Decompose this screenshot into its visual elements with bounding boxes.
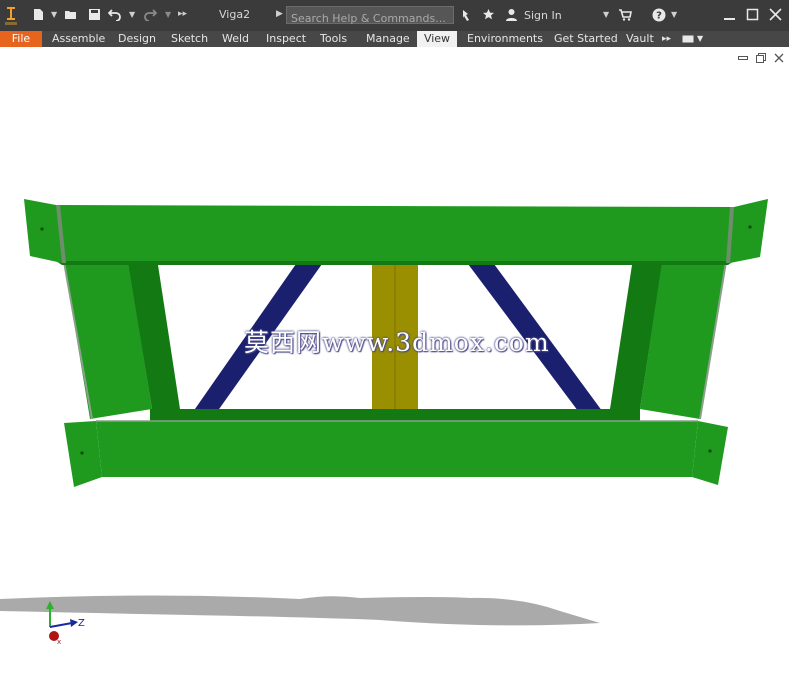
undo-dropdown-icon[interactable]: ▼ xyxy=(129,8,135,21)
tab-sketch[interactable]: Sketch xyxy=(171,31,208,47)
svg-text:?: ? xyxy=(656,11,662,22)
app-logo-icon[interactable] xyxy=(4,5,18,27)
new-file-dropdown-icon[interactable]: ▼ xyxy=(51,8,57,21)
triad-axis-label: Z xyxy=(78,618,85,629)
redo-dropdown-icon[interactable]: ▼ xyxy=(165,8,171,21)
undo-icon[interactable] xyxy=(108,8,121,21)
tab-assemble[interactable]: Assemble xyxy=(52,31,105,47)
more-tabs-icon[interactable]: ▸▸ xyxy=(662,31,671,47)
top-chord xyxy=(56,205,734,261)
maximize-icon[interactable] xyxy=(746,8,759,21)
panel-toggle-dropdown-icon[interactable]: ▼ xyxy=(697,31,703,47)
top-right-end-plate xyxy=(730,199,768,263)
help-icon[interactable]: ? xyxy=(652,8,666,22)
star-icon[interactable] xyxy=(482,8,495,21)
search-icon[interactable] xyxy=(461,8,474,21)
view-triad[interactable]: Z x xyxy=(40,599,90,645)
truss-model[interactable] xyxy=(0,47,789,679)
graphics-viewport[interactable]: 莫西网www.3dmox.com Z x xyxy=(0,47,789,679)
tab-manage[interactable]: Manage xyxy=(366,31,410,47)
ribbon-tab-bar: File Assemble Design Sketch Weld Inspect… xyxy=(0,31,789,47)
tab-view[interactable]: View xyxy=(417,31,457,47)
sign-in-dropdown-icon[interactable]: ▼ xyxy=(603,8,609,21)
new-file-icon[interactable] xyxy=(32,8,45,21)
close-icon[interactable] xyxy=(769,8,782,21)
search-input[interactable] xyxy=(287,10,455,27)
document-title: Viga2 xyxy=(219,8,251,21)
top-left-end-plate xyxy=(24,199,62,263)
title-bar: ▼ ▼ ▼ ▸▸ Viga2 ▶ Sign In ▼ ? ▼ xyxy=(0,0,789,31)
sign-in-button[interactable]: Sign In xyxy=(524,9,562,22)
bottom-chord xyxy=(96,421,698,477)
open-folder-icon[interactable] xyxy=(64,8,77,21)
user-icon[interactable] xyxy=(505,8,518,21)
tab-inspect[interactable]: Inspect xyxy=(266,31,306,47)
tab-file[interactable]: File xyxy=(0,31,42,47)
ground-shadow xyxy=(0,595,600,626)
tab-weld[interactable]: Weld xyxy=(222,31,249,47)
panel-toggle-icon[interactable] xyxy=(682,35,694,43)
save-icon[interactable] xyxy=(88,8,101,21)
minimize-icon[interactable] xyxy=(723,8,736,21)
watermark: 莫西网www.3dmox.com xyxy=(244,328,550,357)
tab-design[interactable]: Design xyxy=(118,31,156,47)
tab-environments[interactable]: Environments xyxy=(467,31,543,47)
tab-vault[interactable]: Vault xyxy=(626,31,654,47)
redo-icon[interactable] xyxy=(144,8,157,21)
cart-icon[interactable] xyxy=(619,8,632,21)
tab-get-started[interactable]: Get Started xyxy=(554,31,618,47)
overflow-icon[interactable]: ▸▸ xyxy=(178,8,187,21)
bottom-right-end-plate xyxy=(692,421,728,485)
search-box[interactable] xyxy=(286,6,455,27)
tab-tools[interactable]: Tools xyxy=(320,31,347,47)
help-dropdown-icon[interactable]: ▼ xyxy=(671,8,677,21)
search-expand-icon[interactable]: ▶ xyxy=(276,8,283,21)
svg-text:x: x xyxy=(57,638,61,645)
